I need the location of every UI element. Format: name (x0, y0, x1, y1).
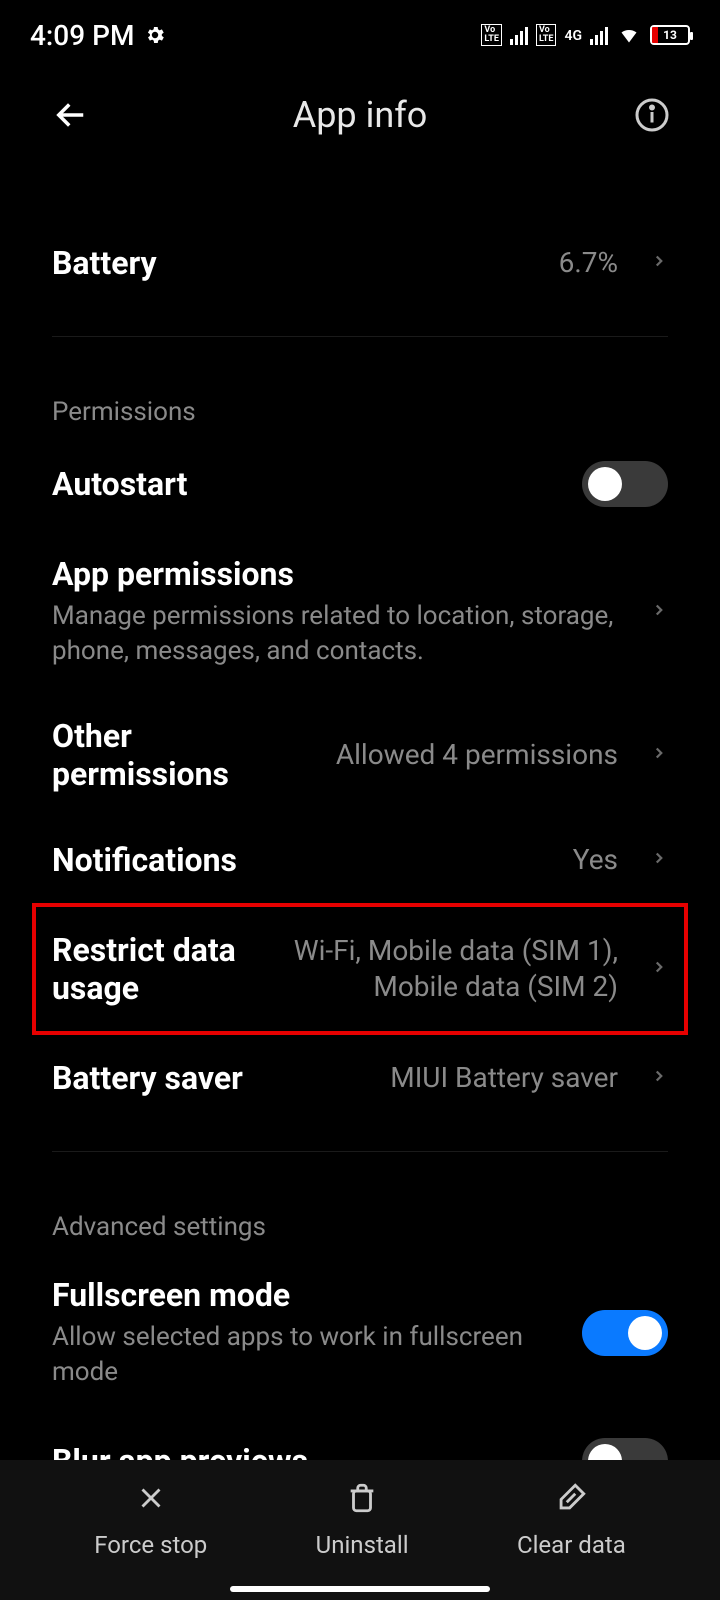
notifications-label: Notifications (52, 841, 553, 879)
force-stop-label: Force stop (94, 1531, 207, 1559)
other-permissions-value: Allowed 4 permissions (336, 737, 618, 773)
gear-icon (144, 24, 166, 46)
home-indicator[interactable] (230, 1586, 490, 1592)
trash-icon (345, 1481, 379, 1521)
blur-previews-row[interactable]: Blur app previews (52, 1414, 668, 1460)
force-stop-button[interactable]: Force stop (94, 1481, 207, 1559)
network-type-icon: 4G (564, 28, 582, 44)
divider (52, 336, 668, 337)
notifications-row[interactable]: Notifications Yes (52, 817, 668, 903)
signal-icon-2 (590, 25, 608, 45)
content-scroll[interactable]: Battery 6.7% Permissions Autostart App p… (0, 160, 720, 1460)
chevron-right-icon (650, 247, 668, 279)
info-button[interactable] (634, 97, 670, 133)
restrict-data-value: Wi-Fi, Mobile data (SIM 1), Mobile data … (278, 933, 618, 1006)
back-button[interactable] (50, 94, 92, 136)
battery-value: 6.7% (559, 245, 618, 281)
other-permissions-row[interactable]: Other permissions Allowed 4 permissions (52, 693, 668, 817)
erase-icon (554, 1481, 588, 1521)
uninstall-button[interactable]: Uninstall (316, 1481, 409, 1559)
clear-data-button[interactable]: Clear data (517, 1481, 626, 1559)
chevron-right-icon (650, 953, 668, 985)
chevron-right-icon (650, 844, 668, 876)
app-permissions-row[interactable]: App permissions Manage permissions relat… (52, 531, 668, 693)
autostart-row[interactable]: Autostart (52, 437, 668, 531)
clear-data-label: Clear data (517, 1531, 626, 1559)
autostart-toggle[interactable] (582, 461, 668, 507)
volte-icon-2: VoLTE (536, 24, 557, 46)
permissions-section-title: Permissions (52, 367, 668, 437)
battery-row[interactable]: Battery 6.7% (52, 220, 668, 306)
uninstall-label: Uninstall (316, 1531, 409, 1559)
signal-icon-1 (510, 25, 528, 45)
restrict-data-row[interactable]: Restrict data usage Wi-Fi, Mobile data (… (32, 903, 688, 1035)
fullscreen-label: Fullscreen mode (52, 1276, 562, 1314)
divider (52, 1151, 668, 1152)
chevron-right-icon (650, 1062, 668, 1094)
close-icon (134, 1481, 168, 1521)
advanced-section-title: Advanced settings (52, 1182, 668, 1252)
volte-icon-1: VoLTE (481, 24, 502, 46)
app-header: App info (0, 70, 720, 160)
fullscreen-row[interactable]: Fullscreen mode Allow selected apps to w… (52, 1252, 668, 1414)
status-time: 4:09 PM (30, 19, 134, 52)
blur-previews-toggle[interactable] (582, 1438, 668, 1460)
chevron-right-icon (650, 596, 668, 628)
autostart-label: Autostart (52, 465, 562, 503)
blur-previews-label: Blur app previews (52, 1442, 562, 1460)
bottom-action-bar: Force stop Uninstall Clear data (0, 1460, 720, 1600)
wifi-icon (616, 19, 642, 52)
battery-icon: 13 (650, 25, 690, 45)
app-permissions-label: App permissions (52, 555, 618, 593)
status-bar: 4:09 PM VoLTE VoLTE 4G 13 (0, 0, 720, 70)
battery-saver-row[interactable]: Battery saver MIUI Battery saver (52, 1035, 668, 1121)
other-permissions-label: Other permissions (52, 717, 316, 793)
chevron-right-icon (650, 739, 668, 771)
battery-label: Battery (52, 244, 539, 282)
app-permissions-sub: Manage permissions related to location, … (52, 599, 618, 669)
notifications-value: Yes (573, 842, 618, 878)
fullscreen-sub: Allow selected apps to work in fullscree… (52, 1320, 562, 1390)
page-title: App info (293, 94, 428, 136)
battery-saver-value: MIUI Battery saver (390, 1060, 618, 1096)
battery-saver-label: Battery saver (52, 1059, 370, 1097)
restrict-data-label: Restrict data usage (52, 931, 258, 1007)
fullscreen-toggle[interactable] (582, 1310, 668, 1356)
